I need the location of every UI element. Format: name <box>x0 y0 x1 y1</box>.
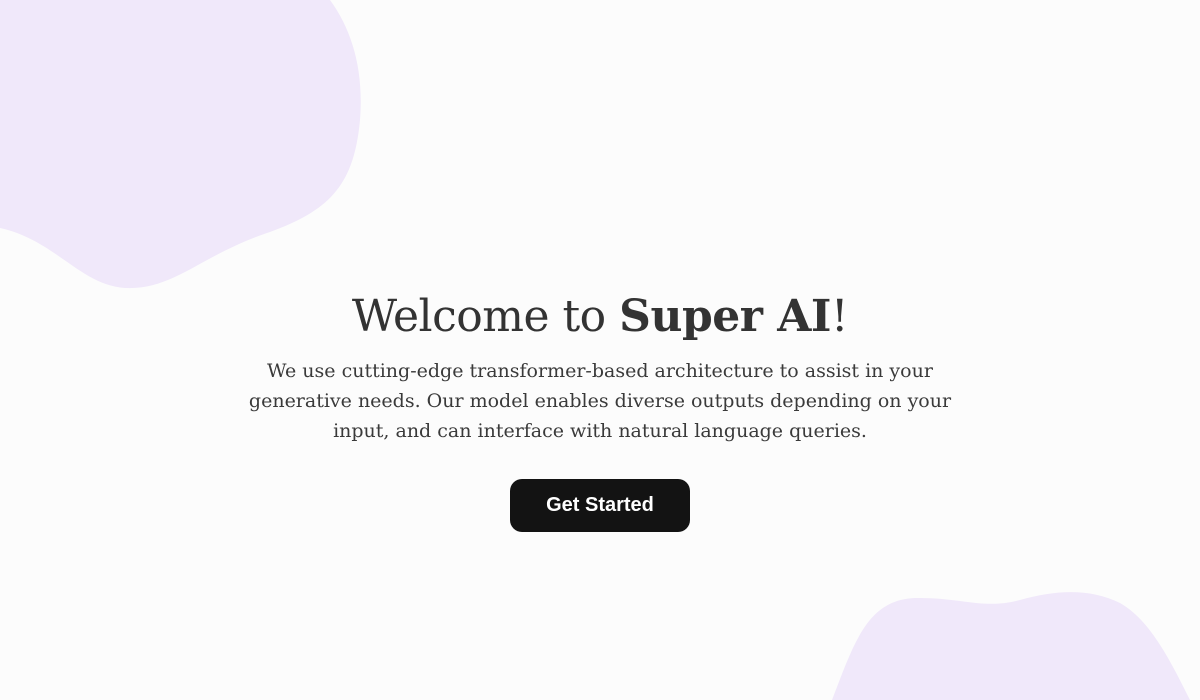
page-title: Welcome to Super AI! <box>0 288 1200 346</box>
brand-name: Super AI <box>619 291 831 342</box>
title-prefix: Welcome to <box>351 291 620 342</box>
hero-description: We use cutting-edge transformer-based ar… <box>248 360 952 442</box>
title-suffix: ! <box>830 291 849 342</box>
hero-section: Welcome to Super AI! We use cutting-edge… <box>0 288 1200 532</box>
get-started-button[interactable]: Get Started <box>510 479 690 532</box>
top-left-blob <box>0 0 361 289</box>
bottom-right-blob <box>832 592 1190 700</box>
